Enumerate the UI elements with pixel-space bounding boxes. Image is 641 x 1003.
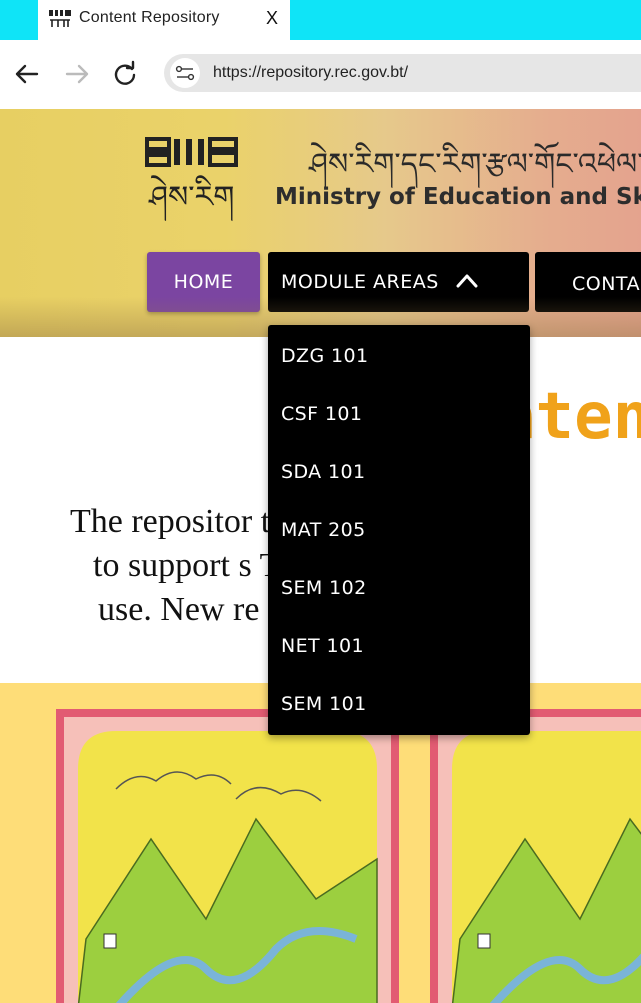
landscape-illustration [56,709,399,1003]
module-card[interactable] [430,709,641,1003]
landscape-illustration [430,709,641,1003]
browser-toolbar: https://repository.rec.gov.bt/ [0,40,641,148]
dropdown-item-sem-101[interactable]: SEM 101 [281,693,367,715]
nav-module-areas-label: MODULE AREAS [281,271,439,293]
browser-tab[interactable]: Content Repository X [38,0,290,42]
dropdown-item-sda-101[interactable]: SDA 101 [281,461,365,483]
arrow-left-icon[interactable] [11,58,43,90]
tab-strip: Content Repository X [0,0,641,42]
address-bar[interactable]: https://repository.rec.gov.bt/ [164,54,641,92]
tab-title: Content Repository [79,9,220,26]
site-settings-icon[interactable] [170,58,200,88]
dropdown-item-net-101[interactable]: NET 101 [281,635,364,657]
site-header-banner: ཤེས་རིག ཤེས་རིག་དང་རིག་རྩལ་གོང་འཕེལ་ Min… [0,109,641,337]
url-text[interactable]: https://repository.rec.gov.bt/ [213,64,408,82]
dropdown-item-sem-102[interactable]: SEM 102 [281,577,367,599]
module-card[interactable] [56,709,399,1003]
ministry-logo: ཤེས་རིག [145,137,238,222]
tab-close-button[interactable]: X [266,8,278,29]
nav-contact-label: CONTA [572,273,641,295]
reload-icon[interactable] [109,58,141,90]
dropdown-item-dzg-101[interactable]: DZG 101 [281,345,368,367]
arrow-right-icon[interactable] [61,58,93,90]
svg-text:ཤེས་རིག: ཤེས་རིག [148,175,234,222]
module-areas-dropdown: DZG 101 CSF 101 SDA 101 MAT 205 SEM 102 … [268,325,530,735]
dropdown-item-mat-205[interactable]: MAT 205 [281,519,366,541]
chevron-up-icon [456,274,478,288]
dzongkha-logo-icon [49,10,71,27]
dropdown-item-csf-101[interactable]: CSF 101 [281,403,362,425]
ministry-title: Ministry of Education and Skills De [275,184,641,210]
